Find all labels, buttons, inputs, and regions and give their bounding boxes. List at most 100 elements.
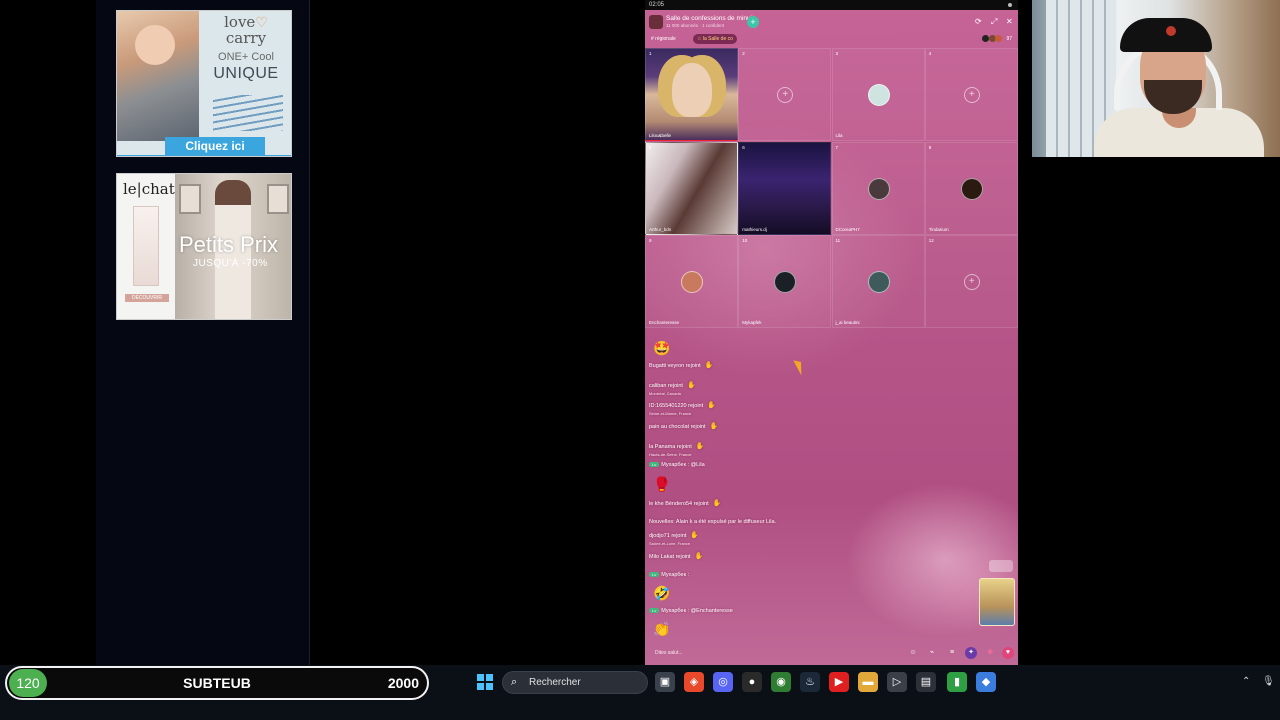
ad-pyjama: [133, 206, 159, 286]
mic-icon[interactable]: ⌁: [926, 647, 938, 659]
smile-icon[interactable]: ☺: [907, 647, 919, 659]
wave-icon[interactable]: ✋: [710, 422, 719, 430]
tag-room[interactable]: ☆ la Salle de co: [693, 34, 737, 44]
seat-4[interactable]: 4 +: [924, 48, 1018, 141]
seat-avatar[interactable]: [774, 271, 797, 293]
chat-input-bar: Dites salut... ☺ ⌁ ≡ ✦ ❀ ♥: [649, 646, 1014, 662]
search-icon: ⌕: [511, 676, 518, 688]
chat-text: caliban rejoint: [649, 383, 683, 389]
ad-logo: le|chat: [123, 180, 175, 198]
chrome-icon[interactable]: ◉: [771, 672, 791, 692]
start-pane: [477, 674, 484, 681]
chat-message: Bugatti veyron rejoint ✋: [649, 361, 713, 369]
wave-icon[interactable]: ✋: [690, 531, 699, 539]
menu-icon[interactable]: ≡: [946, 647, 958, 659]
level-badge: Lv: [649, 572, 660, 577]
wave-icon[interactable]: ✋: [713, 499, 722, 507]
chat-text: djodjo71 rejoint: [649, 533, 687, 539]
seat-9[interactable]: 9 Enchanteresse: [645, 235, 738, 328]
wave-icon[interactable]: ✋: [696, 442, 705, 450]
seat-11[interactable]: 11 j_ai beautini: [831, 235, 925, 328]
viewer-count: 97: [1006, 36, 1012, 42]
media-icon[interactable]: ▷: [887, 672, 907, 692]
seat-6[interactable]: 6 mathieurs.dj: [738, 141, 832, 235]
mic-tray-icon[interactable]: 🎙: [1262, 676, 1275, 687]
seat-5[interactable]: 5 Arthur_bdn: [645, 141, 738, 235]
chat-emoji: 👏: [653, 621, 671, 637]
room-avatar[interactable]: [649, 15, 663, 29]
chat-message: djodjo71 rejoint ✋ Saône-et-Loire, France: [649, 531, 699, 546]
seat-username: Lila: [835, 133, 843, 138]
task-view-icon[interactable]: ▣: [655, 672, 675, 692]
share-icon[interactable]: ⟳: [975, 17, 982, 26]
youtube-icon[interactable]: ▶: [829, 672, 849, 692]
seat-avatar[interactable]: [867, 84, 890, 106]
terminal-icon[interactable]: ▮: [947, 672, 967, 692]
windows-start-icon[interactable]: [477, 674, 493, 690]
seat-number: 4: [928, 51, 932, 56]
minimize-icon[interactable]: ⤢: [991, 17, 997, 27]
ad-subline: JUSQU'À -70%: [193, 258, 268, 269]
seat-3[interactable]: 3 Lila: [831, 48, 925, 141]
obs-icon[interactable]: ●: [742, 672, 762, 692]
chat-feed: Bugatti veyron rejoint ✋ caliban rejoint ✋ M…: [649, 340, 899, 640]
add-seat-icon[interactable]: +: [963, 274, 980, 290]
seat-2[interactable]: 2 +: [738, 48, 832, 141]
wave-icon[interactable]: ✋: [707, 401, 716, 409]
chat-emoji: 🤩: [653, 340, 671, 356]
ad-baby-photo: [117, 11, 199, 141]
rose-icon[interactable]: ❀: [984, 647, 996, 659]
seat-avatar[interactable]: [960, 177, 983, 200]
brave-icon[interactable]: ◈: [684, 672, 704, 692]
capture-icon[interactable]: ▤: [916, 672, 936, 692]
seat-12[interactable]: 12 +: [924, 235, 1018, 328]
ad-lovecarry[interactable]: love♡ carry ONE+ Cool UNIQUE Cliquez ici: [116, 10, 292, 157]
seat-10[interactable]: 10 Mykapfek: [738, 235, 832, 328]
chevron-up-icon[interactable]: ⌃: [1242, 676, 1250, 687]
seat-avatar[interactable]: [681, 271, 703, 293]
wave-icon[interactable]: ✋: [705, 361, 714, 369]
gift-icon[interactable]: ✦: [965, 647, 977, 659]
viewer-list[interactable]: 97: [982, 35, 1012, 44]
ad-lechat[interactable]: le|chat DÉCOUVRIR Petits Prix JUSQU'À -7…: [116, 173, 292, 320]
seat-number: 3: [835, 51, 839, 56]
ad-cta-button[interactable]: Cliquez ici: [165, 137, 265, 155]
seat-7[interactable]: 7 DCoreaPH7: [831, 141, 925, 235]
explorer-icon[interactable]: ▬: [858, 672, 878, 692]
chat-message: Lv Мухарбек : @Enchanteresse: [649, 608, 733, 614]
close-icon[interactable]: ✕: [1006, 17, 1013, 26]
seat-number: 8: [928, 144, 932, 150]
tag-regional[interactable]: # régionale: [651, 35, 676, 44]
seat-8[interactable]: 8 Tindarium: [924, 141, 1018, 235]
follow-plus-icon[interactable]: +: [747, 16, 759, 28]
promo-badge[interactable]: [989, 560, 1013, 572]
seat-avatar[interactable]: [867, 177, 890, 200]
camera-dot-icon: [1008, 3, 1012, 7]
wave-icon[interactable]: ✋: [695, 552, 704, 560]
phone-link-icon[interactable]: ◆: [976, 672, 996, 692]
chat-text: Nouvelles: Alain k a été expulsé par le …: [649, 519, 777, 525]
wave-icon[interactable]: ✋: [687, 381, 696, 389]
ad-discover-button[interactable]: DÉCOUVRIR: [125, 294, 169, 302]
seat-number: 7: [835, 144, 839, 150]
chat-message: caliban rejoint ✋ Montréal, Canada: [649, 381, 696, 396]
room-header: Salle de confessions de minuit 11 000 ab…: [649, 13, 1014, 45]
taskbar-search[interactable]: ⌕ Rechercher: [502, 671, 648, 694]
chat-message: le khe Béndero54 rejoint ✋: [649, 499, 721, 507]
add-seat-icon[interactable]: +: [963, 87, 980, 103]
seat-username: DCoreaPH7: [835, 226, 860, 232]
heart-icon[interactable]: ♥: [1002, 647, 1014, 659]
add-seat-icon[interactable]: +: [777, 87, 794, 103]
steam-icon[interactable]: ♨: [800, 672, 820, 692]
chat-text: le khe Béndero54 rejoint: [649, 501, 709, 507]
seat-number: 11: [835, 238, 841, 243]
seat-1[interactable]: 1 Lilou&belle: [645, 48, 738, 141]
chat-text: Мухарбек : @Lila: [661, 462, 705, 468]
sub-goal-overlay: 120 SUBTEUB 2000: [5, 666, 429, 700]
promo-banner[interactable]: [979, 578, 1015, 626]
seat-username: j_ai beautini: [835, 320, 860, 325]
chat-input[interactable]: Dites salut...: [655, 650, 683, 656]
seat-avatar[interactable]: [867, 271, 890, 293]
ad-headline: UNIQUE: [213, 65, 279, 82]
discord-icon[interactable]: ◎: [713, 672, 733, 692]
